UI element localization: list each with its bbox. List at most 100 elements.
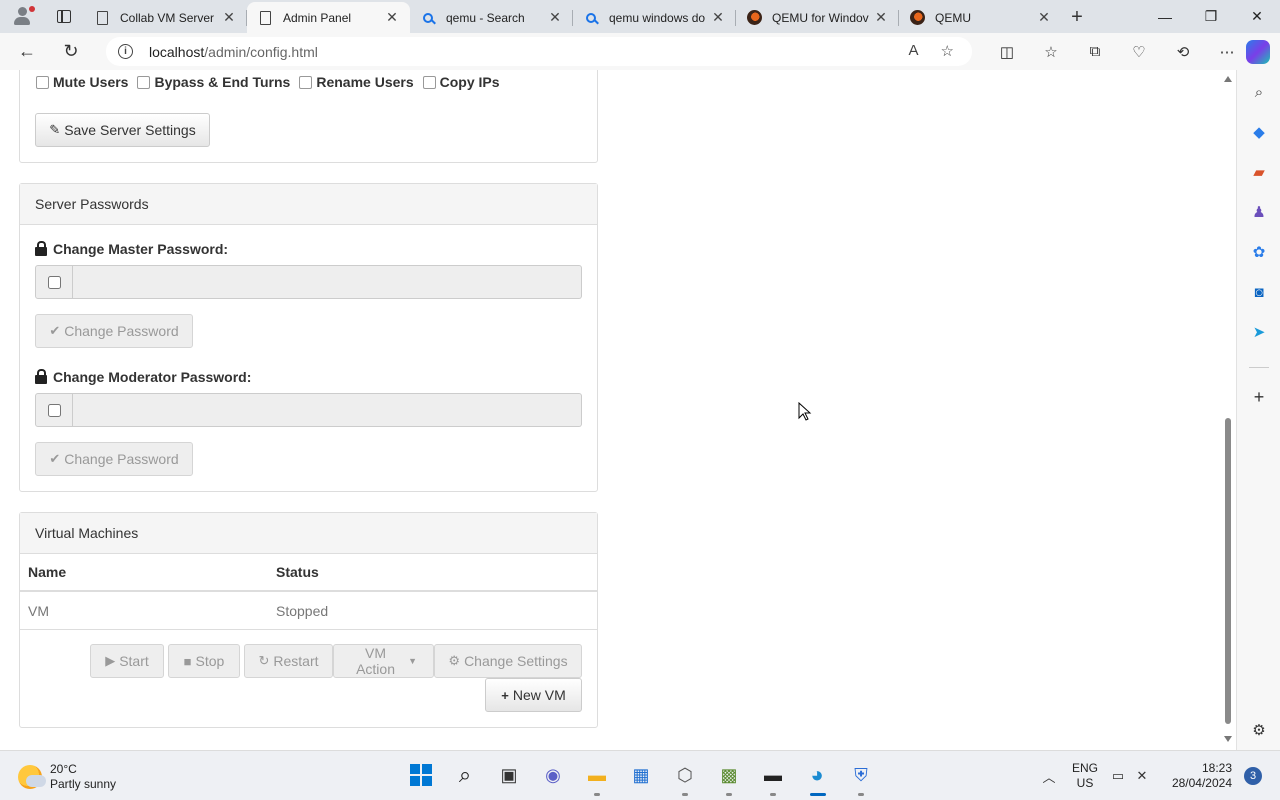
start-vm-button[interactable]: ▶ Start: [90, 644, 164, 678]
restart-vm-button[interactable]: ↻ Restart: [244, 644, 333, 678]
security-shield-icon[interactable]: ⛨: [845, 759, 877, 796]
extension-icon[interactable]: ⟲: [1161, 37, 1205, 66]
file-explorer-icon[interactable]: ▬: [581, 759, 613, 796]
games-icon[interactable]: ♟: [1249, 202, 1269, 222]
moderator-password-field[interactable]: [73, 393, 582, 427]
page-scrollbar[interactable]: [1220, 70, 1236, 750]
split-screen-icon[interactable]: ◫: [985, 37, 1029, 66]
close-tab-icon[interactable]: ✕: [221, 9, 237, 26]
address-bar[interactable]: i localhost/admin/config.html A ☆: [106, 37, 972, 66]
minimize-icon[interactable]: —: [1142, 0, 1188, 33]
document-icon: [94, 10, 110, 26]
collections-icon[interactable]: ⧉: [1073, 37, 1117, 66]
clock-time: 18:23: [1201, 761, 1232, 775]
site-info-icon[interactable]: i: [118, 44, 133, 59]
close-window-icon[interactable]: ✕: [1234, 0, 1280, 33]
vm-status-cell: Stopped: [276, 602, 329, 619]
search-icon[interactable]: ⌕: [1249, 82, 1269, 102]
profile-icon[interactable]: [0, 0, 44, 33]
copilot-icon[interactable]: [1246, 40, 1270, 64]
new-vm-button[interactable]: + New VM: [485, 678, 582, 712]
table-row[interactable]: VM Stopped: [20, 592, 597, 630]
permission-checkboxes: Mute Users Bypass & End Turns Rename Use…: [36, 74, 509, 90]
scroll-down-icon[interactable]: [1224, 736, 1232, 742]
edge-sidebar: ⌕ ◆ ▰ ♟ ✿ ◙ ➤ + ⚙: [1236, 70, 1280, 750]
3d-viewer-icon[interactable]: ⬡: [669, 759, 701, 796]
scrollbar-thumb[interactable]: [1225, 418, 1231, 724]
close-tab-icon[interactable]: ✕: [1036, 9, 1052, 26]
edge-browser-icon[interactable]: ◕: [801, 759, 833, 796]
server-passwords-panel: Server Passwords Change Master Password:…: [19, 183, 598, 492]
notification-badge[interactable]: 3: [1244, 767, 1262, 785]
change-settings-button[interactable]: ⚙ Change Settings: [434, 644, 582, 678]
vm-action-dropdown[interactable]: VM Action ▼: [333, 644, 434, 678]
telegram-icon[interactable]: ➤: [1249, 322, 1269, 342]
moderator-password-toggle[interactable]: [47, 403, 61, 417]
tab-title: Admin Panel: [283, 10, 352, 25]
favorites-icon[interactable]: ☆: [1029, 37, 1073, 66]
outlook-icon[interactable]: ◙: [1249, 282, 1269, 302]
add-sidebar-app-icon[interactable]: +: [1249, 387, 1269, 407]
shopping-tag-icon[interactable]: ◆: [1249, 122, 1269, 142]
checkbox-rename-users[interactable]: [299, 75, 313, 89]
checkbox-mute-users[interactable]: [36, 75, 49, 89]
stop-vm-button[interactable]: ■ Stop: [168, 644, 240, 678]
url-host: localhost: [149, 43, 205, 60]
tab-qemu-windows-search[interactable]: qemu windows do ✕: [573, 2, 736, 33]
tab-actions-icon[interactable]: [44, 0, 84, 33]
close-tab-icon[interactable]: ✕: [384, 9, 400, 26]
url-text[interactable]: localhost/admin/config.html: [149, 44, 318, 60]
favorite-star-icon[interactable]: ☆: [941, 42, 954, 60]
tab-collab-vm-server[interactable]: Collab VM Server ✕: [84, 2, 247, 33]
checkbox-bypass-end-turns[interactable]: [137, 75, 151, 89]
refresh-icon[interactable]: ↻: [54, 37, 88, 67]
browser-essentials-icon[interactable]: ♡: [1117, 37, 1161, 66]
chat-icon[interactable]: ◉: [537, 759, 569, 791]
minecraft-icon[interactable]: ▩: [713, 759, 745, 796]
master-password-toggle[interactable]: [47, 275, 61, 289]
tools-icon[interactable]: ▰: [1249, 162, 1269, 182]
change-password-label: Change Password: [64, 323, 179, 339]
search-icon[interactable]: ⌕: [449, 759, 481, 791]
close-tab-icon[interactable]: ✕: [873, 9, 889, 26]
language-indicator[interactable]: ENG US: [1064, 761, 1106, 791]
master-password-field[interactable]: [73, 265, 582, 299]
partly-sunny-icon: [18, 765, 46, 789]
restore-icon[interactable]: ❐: [1188, 0, 1234, 33]
tab-admin-panel[interactable]: Admin Panel ✕: [247, 2, 410, 33]
new-tab-button[interactable]: +: [1062, 2, 1092, 33]
change-master-password-button[interactable]: ✔ Change Password: [35, 314, 193, 348]
more-menu-icon[interactable]: ⋯: [1205, 37, 1249, 66]
label-copy-ips: Copy IPs: [439, 74, 500, 90]
tab-title: QEMU for Windov: [772, 10, 869, 25]
virtual-machines-panel: Virtual Machines Name Status VM Stopped …: [19, 512, 598, 728]
volume-muted-icon[interactable]: ✕: [1130, 768, 1154, 784]
change-moderator-password-button[interactable]: ✔ Change Password: [35, 442, 193, 476]
save-server-settings-button[interactable]: ✎ Save Server Settings: [35, 113, 210, 147]
vm-name-cell: VM: [28, 602, 49, 619]
microsoft-store-icon[interactable]: ▦: [625, 759, 657, 791]
terminal-icon[interactable]: ▬: [757, 759, 789, 796]
tab-qemu-search[interactable]: qemu - Search ✕: [410, 2, 573, 33]
start-button[interactable]: [405, 759, 437, 791]
task-view-icon[interactable]: ▣: [493, 759, 525, 791]
panel-heading: Virtual Machines: [20, 513, 597, 554]
tab-qemu[interactable]: QEMU ✕: [899, 2, 1062, 33]
show-hidden-icons-chevron-icon[interactable]: ︿: [1034, 767, 1064, 786]
weather-widget[interactable]: 20°C Partly sunny: [18, 762, 116, 792]
microsoft-365-icon[interactable]: ✿: [1249, 242, 1269, 262]
read-aloud-icon[interactable]: A: [909, 42, 919, 60]
search-icon: [583, 10, 599, 26]
close-tab-icon[interactable]: ✕: [547, 9, 563, 26]
scroll-up-icon[interactable]: [1224, 76, 1232, 82]
gear-icon: ⚙: [448, 653, 461, 668]
back-icon[interactable]: ←: [10, 37, 44, 67]
checkbox-copy-ips[interactable]: [422, 75, 436, 89]
tab-qemu-for-windows[interactable]: QEMU for Windov ✕: [736, 2, 899, 33]
close-tab-icon[interactable]: ✕: [710, 9, 726, 26]
qemu-icon: [746, 10, 762, 26]
network-icon[interactable]: ▭: [1106, 768, 1130, 784]
qemu-icon: [909, 10, 925, 26]
sidebar-settings-icon[interactable]: ⚙: [1249, 720, 1269, 740]
clock[interactable]: 18:23 28/04/2024: [1160, 761, 1232, 791]
